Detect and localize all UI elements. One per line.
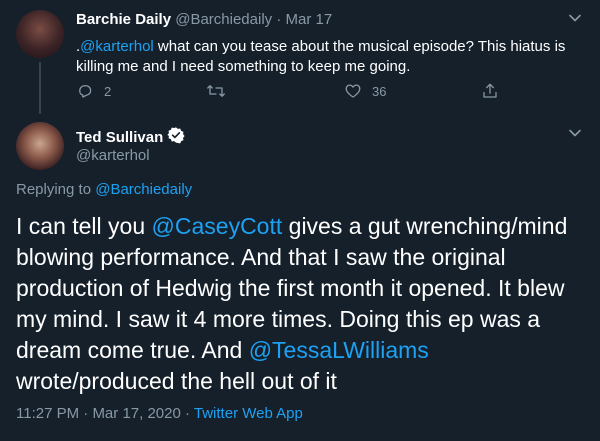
main-author-name[interactable]: Ted Sullivan — [76, 129, 163, 146]
parent-avatar[interactable] — [16, 10, 64, 58]
parent-action-bar: 2 36 — [76, 82, 576, 102]
replying-to-line: Replying to @Barchiedaily — [16, 181, 192, 198]
tweet-date[interactable]: Mar 17, 2020 — [92, 405, 180, 422]
thread-connector-line — [39, 62, 41, 114]
meta-separator: · — [79, 405, 93, 422]
share-icon — [481, 82, 509, 100]
meta-separator-2: · — [180, 405, 194, 422]
parent-author-name[interactable]: Barchie Daily — [76, 11, 171, 28]
tweet-time[interactable]: 11:27 PM — [16, 405, 79, 422]
parent-tweet-date[interactable]: Mar 17 — [286, 11, 333, 28]
mention-link-caseycott[interactable]: @CaseyCott — [152, 213, 283, 239]
parent-mention-link[interactable]: @karterhol — [80, 38, 154, 55]
chevron-down-icon[interactable] — [567, 10, 583, 26]
main-author-name-row: Ted Sullivan — [76, 126, 185, 148]
like-count: 36 — [372, 83, 387, 99]
main-author-handle[interactable]: @karterhol — [76, 147, 150, 164]
tweet-source-link[interactable]: Twitter Web App — [194, 405, 303, 422]
main-text-part-1: I can tell you — [16, 213, 152, 239]
mention-link-tessalwilliams[interactable]: @TessaLWilliams — [249, 337, 429, 363]
reply-icon — [76, 82, 104, 100]
verified-badge-icon — [167, 126, 185, 148]
parent-author-handle[interactable]: @Barchiedaily — [175, 11, 272, 28]
chevron-down-icon[interactable] — [567, 125, 583, 141]
replying-to-prefix: Replying to — [16, 181, 96, 198]
main-tweet-meta: 11:27 PM · Mar 17, 2020 · Twitter Web Ap… — [16, 405, 303, 422]
like-button[interactable]: 36 — [344, 82, 386, 100]
share-button[interactable] — [481, 82, 509, 100]
parent-tweet-header: Barchie Daily @Barchiedaily · Mar 17 — [76, 11, 332, 28]
like-icon — [344, 82, 372, 100]
main-avatar[interactable] — [16, 122, 64, 170]
retweet-button[interactable] — [206, 82, 236, 100]
main-text-part-3: wrote/produced the hell out of it — [16, 368, 337, 394]
main-tweet-text: I can tell you @CaseyCott gives a gut wr… — [16, 211, 584, 397]
parent-tweet-text: .@karterhol what can you tease about the… — [76, 37, 576, 77]
reply-button[interactable]: 2 — [76, 82, 111, 100]
reply-count: 2 — [104, 83, 112, 99]
replying-to-link[interactable]: @Barchiedaily — [95, 181, 192, 198]
retweet-icon — [206, 82, 236, 100]
parent-tweet[interactable]: Barchie Daily @Barchiedaily · Mar 17 .@k… — [0, 0, 600, 114]
parent-meta-separator: · — [276, 11, 282, 28]
